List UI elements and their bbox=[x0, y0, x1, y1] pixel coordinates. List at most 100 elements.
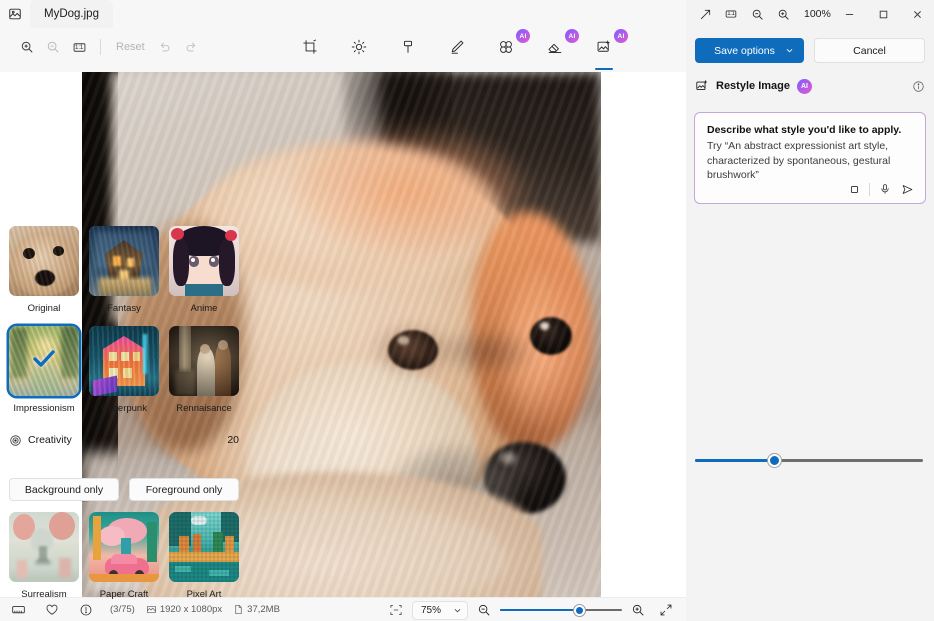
undo-icon[interactable] bbox=[152, 34, 178, 60]
prompt-heading: Describe what style you'd like to apply. bbox=[707, 124, 902, 136]
reset-button[interactable]: Reset bbox=[109, 34, 152, 60]
style-anime[interactable]: Anime bbox=[169, 226, 239, 314]
restyle-image-icon bbox=[596, 39, 612, 55]
square-icon[interactable] bbox=[843, 179, 865, 199]
file-tab[interactable]: MyDog.jpg bbox=[30, 0, 113, 28]
maximize-button[interactable] bbox=[866, 0, 900, 28]
filesize-value: 37,2MB bbox=[247, 604, 280, 615]
info-icon[interactable] bbox=[74, 599, 98, 621]
zoom-in-icon[interactable] bbox=[14, 34, 40, 60]
style-thumbnail bbox=[169, 326, 239, 396]
restyle-section-title: Restyle Image bbox=[716, 80, 790, 92]
style-cyberpunk[interactable]: Cyberpunk bbox=[89, 326, 159, 414]
panel-zoom-in-icon[interactable] bbox=[770, 2, 796, 26]
foreground-only-button[interactable]: Foreground only bbox=[129, 478, 239, 501]
creativity-header: Creativity 20 bbox=[0, 432, 248, 448]
style-paper-craft[interactable]: Paper Craft bbox=[89, 512, 159, 600]
microphone-icon[interactable] bbox=[874, 179, 896, 199]
retouch-tool[interactable] bbox=[443, 32, 471, 62]
brightness-icon bbox=[351, 39, 367, 55]
background-only-button[interactable]: Background only bbox=[9, 478, 119, 501]
style-label: Original bbox=[27, 303, 61, 314]
style-label: Anime bbox=[190, 303, 218, 314]
restyle-image-icon bbox=[695, 79, 709, 93]
image-counter: (3/75) bbox=[110, 604, 135, 615]
pen-icon bbox=[449, 39, 465, 55]
zoom-slider-thumb[interactable] bbox=[573, 604, 585, 616]
send-icon[interactable] bbox=[896, 179, 918, 199]
redo-icon[interactable] bbox=[178, 34, 204, 60]
style-rennaisance[interactable]: Rennaisance bbox=[169, 326, 239, 414]
heart-icon[interactable] bbox=[40, 599, 64, 621]
zoom-controls: 75% bbox=[384, 598, 678, 621]
chevron-down-icon bbox=[786, 48, 793, 53]
save-options-label: Save options bbox=[714, 44, 775, 57]
zoom-out-icon[interactable] bbox=[472, 599, 496, 621]
style-surrealism[interactable]: Surrealism bbox=[9, 512, 79, 600]
zoom-out-icon[interactable] bbox=[40, 34, 66, 60]
style-thumbnail bbox=[89, 326, 159, 396]
style-thumbnail bbox=[89, 512, 159, 582]
adjustment-tool[interactable] bbox=[345, 32, 373, 62]
creativity-target-icon bbox=[9, 434, 22, 447]
style-thumbnail bbox=[9, 326, 79, 396]
foreground-only-label: Foreground only bbox=[145, 483, 223, 496]
reset-label: Reset bbox=[116, 41, 145, 53]
save-options-button[interactable]: Save options bbox=[695, 38, 804, 63]
dimensions-group: 1920 x 1080px bbox=[146, 604, 222, 615]
prompt-divider bbox=[869, 182, 870, 196]
creativity-slider[interactable] bbox=[695, 453, 923, 467]
style-grid-top: Original Fantasy Anime bbox=[0, 226, 248, 314]
panel-zoom-out-icon[interactable] bbox=[744, 2, 770, 26]
close-button[interactable] bbox=[900, 0, 934, 28]
markup-tool[interactable] bbox=[394, 32, 422, 62]
style-fantasy[interactable]: Fantasy bbox=[89, 226, 159, 314]
editor-toolbar: 1:1 Reset AI AI AI bbox=[0, 28, 686, 72]
title-bar: MyDog.jpg bbox=[0, 0, 686, 28]
dimensions-icon bbox=[146, 605, 156, 614]
blur-background-tool[interactable]: AI bbox=[492, 29, 530, 62]
style-impressionism[interactable]: Impressionism bbox=[9, 326, 79, 414]
ai-badge: AI bbox=[614, 29, 628, 43]
creativity-value: 20 bbox=[227, 434, 239, 446]
marker-icon bbox=[400, 39, 416, 55]
style-thumbnail bbox=[169, 226, 239, 296]
region-buttons: Background only Foreground only bbox=[0, 478, 248, 501]
style-label: Impressionism bbox=[13, 403, 75, 414]
info-circle-icon[interactable] bbox=[912, 80, 925, 93]
style-thumbnail bbox=[9, 226, 79, 296]
style-original[interactable]: Original bbox=[9, 226, 79, 314]
ai-badge: AI bbox=[565, 29, 579, 43]
toolbar-divider bbox=[100, 39, 101, 55]
style-thumbnail bbox=[89, 226, 159, 296]
style-thumbnail bbox=[169, 512, 239, 582]
zoom-in-icon[interactable] bbox=[626, 599, 650, 621]
erase-objects-tool[interactable]: AI bbox=[541, 29, 579, 62]
panel-actual-size-icon[interactable]: 1:1 bbox=[718, 2, 744, 26]
crop-tool[interactable] bbox=[296, 32, 324, 62]
expand-icon[interactable] bbox=[654, 599, 678, 621]
expand-arrow-icon[interactable] bbox=[692, 2, 718, 26]
file-tab-label: MyDog.jpg bbox=[44, 8, 99, 20]
zoom-slider[interactable] bbox=[500, 603, 622, 617]
fit-to-window-icon[interactable] bbox=[384, 599, 408, 621]
file-icon bbox=[235, 604, 242, 615]
style-label: Surrealism bbox=[21, 589, 67, 600]
restyle-image-tool[interactable]: AI bbox=[590, 29, 628, 70]
background-only-label: Background only bbox=[24, 483, 104, 496]
restyle-section-header: Restyle Image AI bbox=[686, 76, 934, 96]
creativity-slider-thumb[interactable] bbox=[768, 453, 782, 467]
prompt-tools bbox=[843, 179, 918, 199]
style-grid-bottom: Surrealism Paper Craft Pixel Art bbox=[0, 512, 248, 600]
cancel-button[interactable]: Cancel bbox=[814, 38, 925, 63]
zoom-level-select[interactable]: 75% bbox=[411, 600, 468, 620]
filmstrip-icon[interactable] bbox=[6, 599, 30, 621]
minimize-button[interactable] bbox=[832, 0, 866, 28]
style-prompt-box[interactable]: Describe what style you'd like to apply.… bbox=[694, 112, 926, 204]
blur-background-icon bbox=[498, 39, 514, 55]
selected-check-icon bbox=[30, 345, 58, 378]
actual-size-icon[interactable]: 1:1 bbox=[66, 34, 92, 60]
style-pixel-art[interactable]: Pixel Art bbox=[169, 512, 239, 600]
creativity-slider-fill bbox=[695, 458, 775, 462]
photo-app-icon bbox=[0, 0, 30, 28]
